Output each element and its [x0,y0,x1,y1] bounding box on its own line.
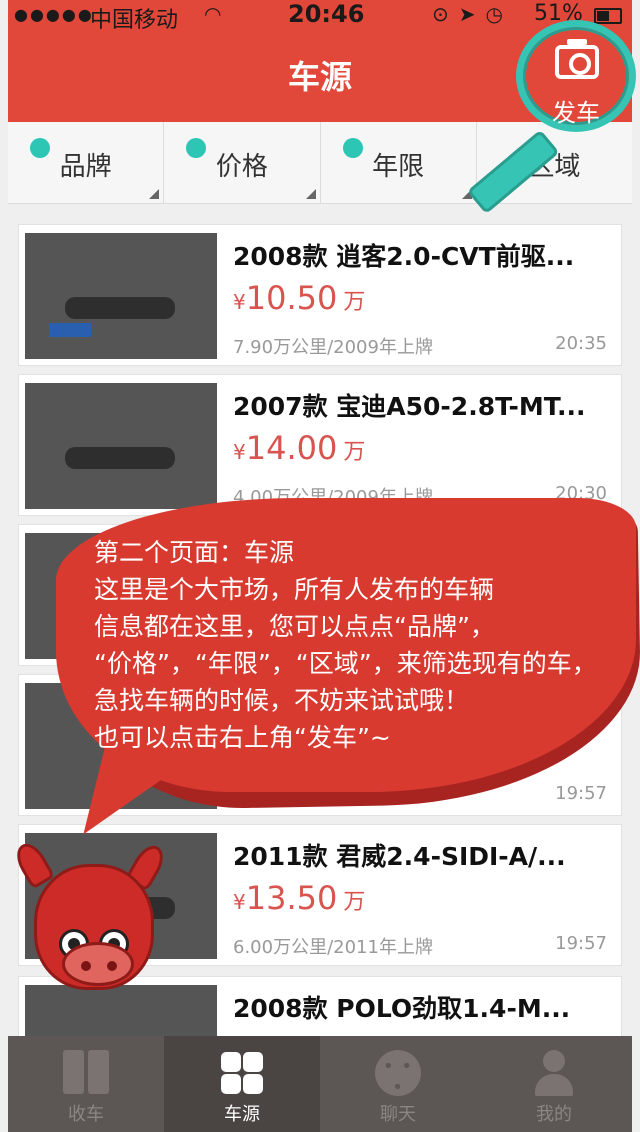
user-icon [531,1050,577,1096]
car-title: 2008款 POLO劲取1.4-M... [233,994,571,1023]
car-meta: 6.00万公里/2011年上牌 [233,937,433,958]
tab-chat[interactable]: 聊天 [320,1036,476,1132]
carrier-name: 中国移动 [90,8,179,33]
tutorial-line: “价格”，“年限”，“区域”，来筛选现有的车， [94,649,597,678]
list-item[interactable]: 2008款 逍客2.0-CVT前驱... ¥10.50 万 7.90万公里/200… [18,224,622,366]
tab-label: 我的 [536,1104,572,1125]
post-car-button[interactable]: 发车 [516,20,636,132]
tab-label: 收车 [68,1104,104,1125]
wifi-icon: ◠ [204,2,222,26]
dropdown-corner-icon [305,189,316,199]
tab-collect[interactable]: 收车 [8,1036,164,1132]
post-car-label: 发车 [552,99,600,127]
filter-price[interactable]: 价格 [164,122,321,203]
car-title: 2011款 君威2.4-SIDI-A/... [233,842,566,871]
post-time: 19:57 [555,783,607,804]
tutorial-line: 第二个页面：车源 [94,538,295,567]
car-price: ¥14.00 万 [233,429,366,467]
bull-snout [62,942,134,986]
book-icon [63,1050,109,1096]
car-title: 2007款 宝迪A50-2.8T-MT... [233,392,586,421]
camera-icon [555,39,599,79]
car-photo [25,383,217,509]
filter-label: 品牌 [59,152,112,182]
filter-year[interactable]: 年限 [321,122,477,203]
bull-mascot [10,838,170,992]
car-photo [25,985,217,1036]
tab-car-source[interactable]: 车源 [164,1036,320,1132]
post-time: 19:57 [555,933,607,954]
status-icons: ⊙➤◷ [432,2,513,26]
post-time: 20:35 [555,333,607,354]
status-bar: ●●●●● 中国移动 ◠ 20:46 ⊙➤◷ 51% [8,0,632,36]
tab-mine[interactable]: 我的 [476,1036,632,1132]
car-title: 2008款 逍客2.0-CVT前驱... [233,242,575,271]
tutorial-line: 也可以点击右上角“发车”~ [94,723,391,752]
chat-icon [375,1050,421,1098]
tutorial-line: 这里是个大市场，所有人发布的车辆 [94,575,495,604]
screen: ●●●●● 中国移动 ◠ 20:46 ⊙➤◷ 51% 车源 品牌 价格 年限 区… [0,0,640,1132]
car-price: ¥13.50 万 [233,879,366,917]
tab-bar: 收车 车源 聊天 我的 [8,1036,632,1132]
tab-label: 聊天 [380,1104,416,1125]
dropdown-corner-icon [149,189,160,199]
tab-label: 车源 [224,1104,260,1125]
filter-brand[interactable]: 品牌 [8,122,165,203]
filter-label: 价格 [215,152,268,182]
filter-label: 年限 [372,152,425,182]
status-time: 20:46 [288,0,365,28]
car-price: ¥10.50 万 [233,279,366,317]
grid-icon [219,1050,265,1096]
tutorial-line: 信息都在这里，您可以点点“品牌”， [94,612,495,641]
battery-icon [594,8,622,24]
tutorial-text: 第二个页面：车源 这里是个大市场，所有人发布的车辆 信息都在这里，您可以点点“品… [94,534,634,756]
signal-icon: ●●●●● [14,5,94,24]
list-item[interactable]: 2007款 宝迪A50-2.8T-MT... ¥14.00万 4.00万公里/2… [18,374,622,516]
tutorial-line: 急找车辆的时候，不妨来试试哦！ [94,686,470,715]
car-meta: 7.90万公里/2009年上牌 [233,337,433,358]
car-photo [25,233,217,359]
